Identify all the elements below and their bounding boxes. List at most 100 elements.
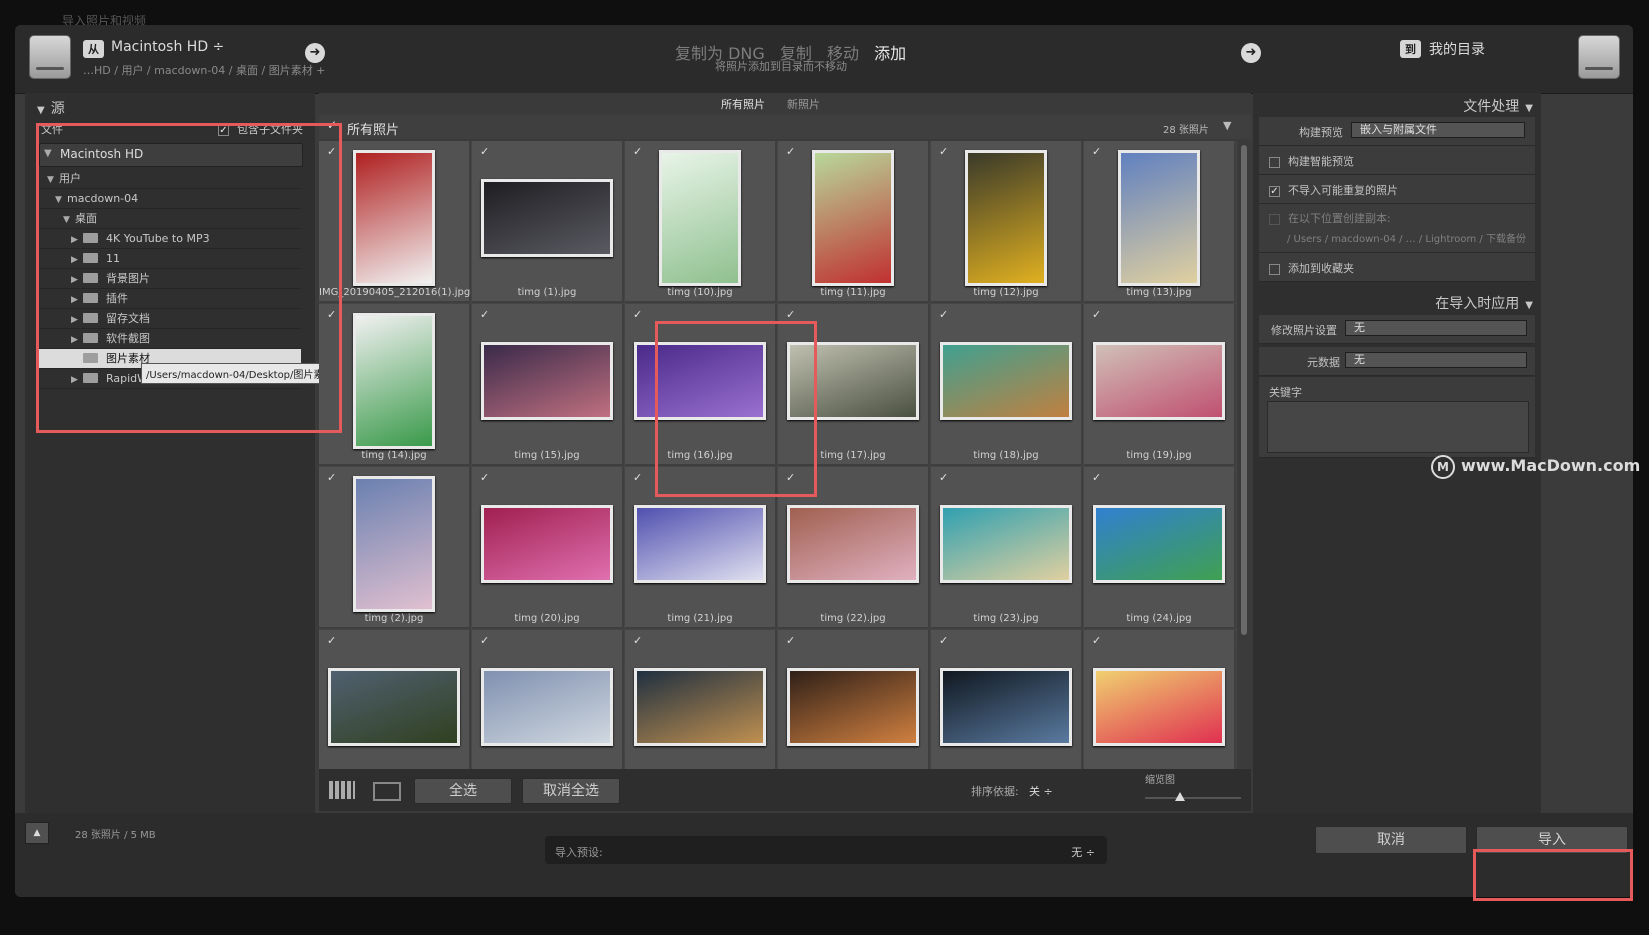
collapsed-triangle-icon[interactable]: ▶: [71, 271, 83, 290]
collapse-triangle-icon[interactable]: ▼: [1223, 119, 1231, 132]
build-preview-select[interactable]: 嵌入与附属文件: [1351, 122, 1525, 138]
checkbox-checked-icon[interactable]: ✓: [633, 472, 643, 483]
checkbox-checked-icon[interactable]: ✓: [633, 146, 643, 157]
no-duplicates-row[interactable]: ✓ 不导入可能重复的照片: [1259, 175, 1535, 204]
file-handling-header[interactable]: 文件处理 ▼: [1463, 96, 1533, 116]
source-disk-selector[interactable]: Macintosh HD ÷: [111, 39, 224, 55]
add-collection-row[interactable]: 添加到收藏夹: [1259, 253, 1535, 282]
photo-cell[interactable]: ✓ IMG_20190405_212016(1).jpg: [319, 141, 471, 303]
checkbox-checked-icon[interactable]: ✓: [939, 635, 949, 646]
photo-thumbnail[interactable]: [1093, 668, 1225, 746]
tree-item[interactable]: ▼ 桌面: [39, 209, 301, 229]
checkbox-empty-icon[interactable]: [1269, 156, 1280, 168]
tree-item[interactable]: ▶ 插件: [39, 289, 301, 309]
photo-cell[interactable]: ✓ timg (14).jpg: [319, 304, 471, 466]
photo-cell[interactable]: ✓ timg (19).jpg: [1084, 304, 1236, 466]
photo-thumbnail[interactable]: [812, 150, 894, 286]
checkbox-checked-icon[interactable]: ✓: [480, 309, 490, 320]
checkbox-checked-icon[interactable]: ✓: [327, 472, 337, 483]
photo-thumbnail[interactable]: [353, 476, 435, 612]
tab-all-photos[interactable]: 所有照片: [721, 96, 765, 112]
checkbox-checked-icon[interactable]: ✓: [633, 635, 643, 646]
photo-thumbnail[interactable]: [634, 342, 766, 420]
collapsed-triangle-icon[interactable]: ▶: [71, 311, 83, 330]
develop-settings-select[interactable]: 无: [1345, 320, 1527, 336]
mode-add[interactable]: 添加: [874, 44, 906, 63]
expand-triangle-icon[interactable]: ▼: [55, 191, 67, 210]
photo-thumbnail[interactable]: [940, 668, 1072, 746]
collapsed-triangle-icon[interactable]: ▶: [71, 251, 83, 270]
photo-thumbnail[interactable]: [353, 150, 435, 286]
photo-thumbnail[interactable]: [787, 668, 919, 746]
loupe-view-icon[interactable]: [373, 782, 401, 801]
photo-thumbnail[interactable]: [1118, 150, 1200, 286]
photo-cell[interactable]: ✓ timg (24).jpg: [1084, 467, 1236, 629]
photo-cell[interactable]: ✓ timg (13).jpg: [1084, 141, 1236, 303]
photo-cell[interactable]: ✓ timg (11).jpg: [778, 141, 930, 303]
deselect-all-button[interactable]: 取消全选: [522, 778, 620, 804]
checkbox-checked-icon[interactable]: ✓: [327, 146, 337, 157]
grid-scrollbar[interactable]: [1239, 141, 1249, 641]
collapsed-triangle-icon[interactable]: ▶: [71, 331, 83, 350]
photo-cell[interactable]: ✓ timg (17).jpg: [778, 304, 930, 466]
checkbox-checked-icon[interactable]: ✓: [1269, 185, 1280, 197]
make-copy-row[interactable]: 在以下位置创建副本: / Users / macdown-04 / … / Li…: [1259, 204, 1535, 253]
tree-item[interactable]: ▼ 用户: [39, 169, 301, 189]
source-path[interactable]: …HD / 用户 / macdown-04 / 桌面 / 图片素材 +: [83, 62, 325, 78]
photo-cell[interactable]: ✓ timg (2).jpg: [319, 467, 471, 629]
photo-cell[interactable]: ✓ timg (10).jpg: [625, 141, 777, 303]
source-panel-header[interactable]: ▼ 源: [37, 98, 65, 118]
expand-triangle-icon[interactable]: ▼: [47, 171, 59, 190]
checkbox-checked-icon[interactable]: ✓: [939, 309, 949, 320]
checkbox-checked-icon[interactable]: ✓: [939, 472, 949, 483]
photo-thumbnail[interactable]: [328, 668, 460, 746]
photo-cell[interactable]: ✓: [1084, 630, 1236, 769]
photo-thumbnail[interactable]: [481, 668, 613, 746]
collapsed-triangle-icon[interactable]: ▶: [71, 371, 83, 390]
photo-cell[interactable]: ✓ timg (20).jpg: [472, 467, 624, 629]
expand-triangle-icon[interactable]: ▼: [63, 211, 75, 230]
photo-cell[interactable]: ✓ timg (1).jpg: [472, 141, 624, 303]
checkbox-checked-icon[interactable]: ✓: [786, 472, 796, 483]
tree-item[interactable]: ▶ 背景图片: [39, 269, 301, 289]
checkbox-checked-icon[interactable]: ✓: [327, 118, 337, 132]
photo-cell[interactable]: ✓ timg (18).jpg: [931, 304, 1083, 466]
disk-row-macintosh[interactable]: ▼ Macintosh HD: [39, 143, 303, 167]
slider-thumb[interactable]: [1175, 792, 1185, 801]
photo-thumbnail[interactable]: [481, 179, 613, 257]
photo-cell[interactable]: ✓: [931, 630, 1083, 769]
checkbox-checked-icon[interactable]: ✓: [786, 309, 796, 320]
checkbox-checked-icon[interactable]: ✓: [327, 635, 337, 646]
tree-item[interactable]: ▶ 软件截图: [39, 329, 301, 349]
photo-cell[interactable]: ✓ timg (22).jpg: [778, 467, 930, 629]
photo-thumbnail[interactable]: [940, 505, 1072, 583]
photo-thumbnail[interactable]: [1093, 342, 1225, 420]
grid-view-icon[interactable]: [329, 781, 355, 799]
photo-thumbnail[interactable]: [1093, 505, 1225, 583]
include-subfolders-checkbox[interactable]: ✓ 包含子文件夹: [218, 121, 303, 137]
photo-thumbnail[interactable]: [634, 505, 766, 583]
checkbox-checked-icon[interactable]: ✓: [327, 309, 337, 320]
photo-thumbnail[interactable]: [481, 505, 613, 583]
sort-selector[interactable]: 关 ÷: [1029, 783, 1053, 799]
smart-preview-row[interactable]: 构建智能预览: [1259, 146, 1535, 175]
photo-thumbnail[interactable]: [353, 313, 435, 449]
checkbox-empty-icon[interactable]: [1269, 263, 1280, 275]
select-all-button[interactable]: 全选: [414, 778, 512, 804]
photo-cell[interactable]: ✓: [625, 630, 777, 769]
tree-item[interactable]: ▶ 4K YouTube to MP3: [39, 229, 301, 249]
photo-cell[interactable]: ✓: [319, 630, 471, 769]
photo-thumbnail[interactable]: [787, 342, 919, 420]
import-button[interactable]: 导入: [1476, 826, 1628, 854]
checkbox-checked-icon[interactable]: ✓: [480, 472, 490, 483]
metadata-select[interactable]: 无: [1345, 352, 1527, 368]
source-disk-icon[interactable]: [29, 35, 71, 79]
checkbox-checked-icon[interactable]: ✓: [786, 146, 796, 157]
tree-item[interactable]: ▶ 11: [39, 249, 301, 269]
photo-cell[interactable]: ✓ timg (23).jpg: [931, 467, 1083, 629]
photo-cell[interactable]: ✓: [778, 630, 930, 769]
collapsed-triangle-icon[interactable]: ▶: [71, 231, 83, 250]
tab-new-photos[interactable]: 新照片: [787, 96, 820, 112]
checkbox-checked-icon[interactable]: ✓: [939, 146, 949, 157]
checkbox-checked-icon[interactable]: ✓: [1092, 635, 1102, 646]
